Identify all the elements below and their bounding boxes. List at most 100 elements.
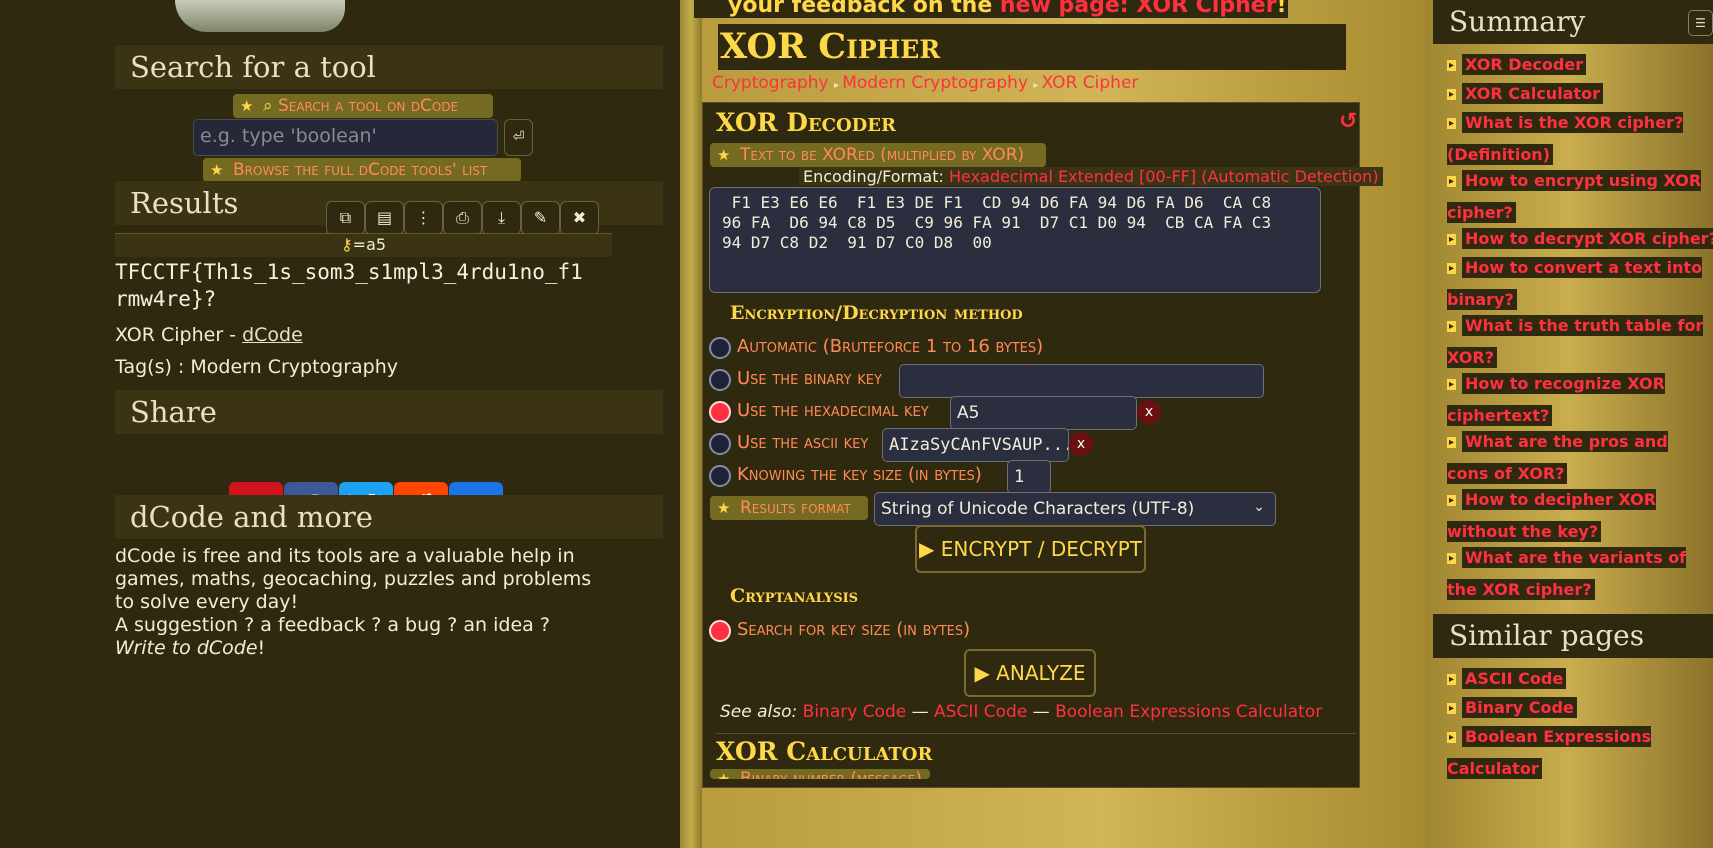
star-icon: ★ [210, 161, 224, 179]
similar-link[interactable]: ▸ ASCII Code [1447, 663, 1713, 695]
copy-icon[interactable]: ⧉ [326, 201, 365, 235]
radio-automatic[interactable] [709, 337, 731, 359]
key-icon: ⚷ [340, 235, 353, 254]
results-format-select[interactable]: String of Unicode Characters (UTF-8) ⌄ [874, 492, 1276, 526]
bullet-icon: ▸ [1447, 89, 1457, 100]
tool-name: XOR Cipher - dCode [115, 324, 303, 346]
star-icon: ★ [717, 770, 731, 779]
summary-link[interactable]: ▸ XOR Decoder [1447, 49, 1713, 81]
binary-key-input[interactable] [899, 364, 1264, 398]
encoding-value[interactable]: Hexadecimal Extended [00-FF] (Automatic … [949, 167, 1379, 186]
summary-link[interactable]: ▸ How to recognize XOR ciphertext? [1447, 368, 1713, 431]
main-content: your feedback on the new page: XOR Ciphe… [694, 0, 1425, 848]
results-format-pill: ★ Results format [710, 496, 868, 520]
calculator-title: XOR Calculator [716, 733, 1356, 766]
right-sidebar: Summary ☰ ▸ XOR Decoder ▸ XOR Calculator ▸… [1425, 0, 1713, 848]
new-page-link[interactable]: new page: XOR Cipher [1000, 0, 1277, 18]
result-key-line: ⚷=a5 [115, 233, 612, 257]
download-icon[interactable]: ⤓ [482, 201, 521, 235]
similar-pages-title: Similar pages [1433, 614, 1713, 658]
radio-search-key-size[interactable] [709, 620, 731, 642]
ascii-key-input[interactable]: AIzaSyCAnFVSAUP... [882, 428, 1069, 462]
write-to-dcode-link[interactable]: Write to dCode [115, 637, 258, 659]
page-title: XOR Cipher [718, 24, 1346, 70]
bullet-icon: ▸ [1447, 732, 1457, 743]
summary-link[interactable]: ▸ How to decipher XOR without the key? [1447, 484, 1713, 547]
decoder-title: XOR Decoder [716, 108, 896, 137]
hex-text-area[interactable]: F1 E3 E6 E6 F1 E3 DE F1 CD 94 D6 FA 94 D… [709, 187, 1321, 293]
clear-hex-key-button[interactable]: x [1137, 400, 1161, 424]
radio-binary-key[interactable] [709, 369, 731, 391]
search-section-title: Search for a tool [115, 45, 663, 89]
summary-link[interactable]: ▸ What is the XOR cipher? (Definition) [1447, 107, 1713, 170]
label-ascii-key: Use the ascii key [737, 432, 869, 453]
summary-link[interactable]: ▸ XOR Calculator [1447, 78, 1713, 110]
star-icon: ★ [240, 97, 254, 115]
left-sidebar: Search for a tool ★ ⌕ Search a tool on d… [0, 0, 680, 848]
browse-tools-pill[interactable]: ★ Browse the full dCode tools' list [203, 158, 521, 182]
summary-link[interactable]: ▸ How to convert a text into binary? [1447, 252, 1713, 315]
summary-link[interactable]: ▸ What are the variants of the XOR cipher… [1447, 542, 1713, 605]
summary-link[interactable]: ▸ What are the pros and cons of XOR? [1447, 426, 1713, 489]
label-hex-key: Use the hexadecimal key [737, 400, 929, 421]
method-title: Encryption/Decryption method [730, 302, 1023, 324]
search-icon: ⌕ [263, 96, 278, 116]
bullet-icon: ▸ [1447, 674, 1457, 685]
column-divider [680, 0, 702, 848]
radio-key-size[interactable] [709, 465, 731, 487]
see-also-boolean[interactable]: Boolean Expressions Calculator [1055, 702, 1322, 722]
label-binary-key: Use the binary key [737, 368, 882, 389]
bullet-icon: ▸ [1447, 379, 1457, 390]
save-icon[interactable]: ▤ [365, 201, 404, 235]
label-automatic: Automatic (Bruteforce 1 to 16 bytes) [737, 336, 1044, 357]
pin-icon[interactable]: ✎ [521, 201, 560, 235]
see-also-ascii-code[interactable]: ASCII Code [934, 702, 1027, 722]
reset-icon[interactable]: ↺ [1339, 109, 1357, 134]
bullet-icon: ▸ [1447, 703, 1457, 714]
grip-icon[interactable]: ⋮ [404, 201, 443, 235]
share-section-title: Share [115, 390, 663, 434]
encoding-format: Encoding/Format: Hexadecimal Extended [0… [799, 167, 1383, 186]
tags: Tag(s) : Modern Cryptography [115, 356, 399, 378]
print-icon[interactable]: ⎙ [443, 201, 482, 235]
breadcrumb-cryptography[interactable]: Cryptography [712, 73, 829, 93]
radio-hex-key[interactable] [709, 401, 731, 423]
hex-key-input[interactable]: A5 [950, 396, 1137, 430]
search-input[interactable]: e.g. type 'boolean' [193, 119, 498, 156]
search-tool-pill[interactable]: ★ ⌕ Search a tool on dCode [233, 94, 493, 118]
radio-ascii-key[interactable] [709, 433, 731, 455]
clear-ascii-key-button[interactable]: x [1069, 432, 1093, 456]
tool-image [175, 0, 345, 32]
similar-link[interactable]: ▸ Binary Code [1447, 692, 1713, 724]
summary-title: Summary [1433, 0, 1713, 44]
breadcrumb-modern[interactable]: Modern Cryptography [842, 73, 1028, 93]
breadcrumb-xor[interactable]: XOR Cipher [1042, 73, 1139, 93]
breadcrumb-separator: ▸ [834, 80, 843, 91]
key-size-input[interactable]: 1 [1007, 460, 1051, 494]
star-icon: ★ [717, 499, 731, 517]
encrypt-decrypt-button[interactable]: ▶ ENCRYPT / DECRYPT [915, 525, 1146, 573]
result-text: TFCCTF{Th1s_1s_som3_s1mpl3_4rdu1no_f1 rm… [115, 260, 583, 311]
similar-link[interactable]: ▸ Boolean Expressions Calculator [1447, 721, 1713, 784]
calc-input-pill: ★ Binary number (message) 1 [710, 769, 930, 779]
collapse-icon[interactable]: ☰ [1688, 10, 1713, 36]
close-icon[interactable]: ✖ [560, 201, 599, 235]
bullet-icon: ▸ [1447, 234, 1457, 245]
bullet-icon: ▸ [1447, 495, 1457, 506]
star-icon: ★ [717, 146, 731, 164]
analyze-button[interactable]: ▶ ANALYZE [964, 649, 1096, 697]
summary-link[interactable]: ▸ What is the truth table for XOR? [1447, 310, 1713, 373]
search-go-button[interactable]: ⏎ [504, 119, 533, 156]
summary-link[interactable]: ▸ How to encrypt using XOR cipher? [1447, 165, 1713, 228]
bullet-icon: ▸ [1447, 118, 1457, 129]
breadcrumb: Cryptography ▸ Modern Cryptography ▸ XOR… [712, 73, 1138, 93]
summary-link[interactable]: ▸ How to decrypt XOR cipher? [1447, 223, 1713, 255]
more-section-title: dCode and more [115, 495, 663, 539]
dcode-link[interactable]: dCode [242, 324, 303, 346]
chevron-down-icon: ⌄ [1253, 499, 1265, 515]
see-also-binary-code[interactable]: Binary Code [803, 702, 907, 722]
bullet-icon: ▸ [1447, 321, 1457, 332]
decoder-panel: XOR Decoder ↺ ★ Text to be XORed (multip… [702, 102, 1383, 788]
cryptanalysis-title: Cryptanalysis [730, 585, 859, 607]
breadcrumb-separator: ▸ [1033, 80, 1042, 91]
